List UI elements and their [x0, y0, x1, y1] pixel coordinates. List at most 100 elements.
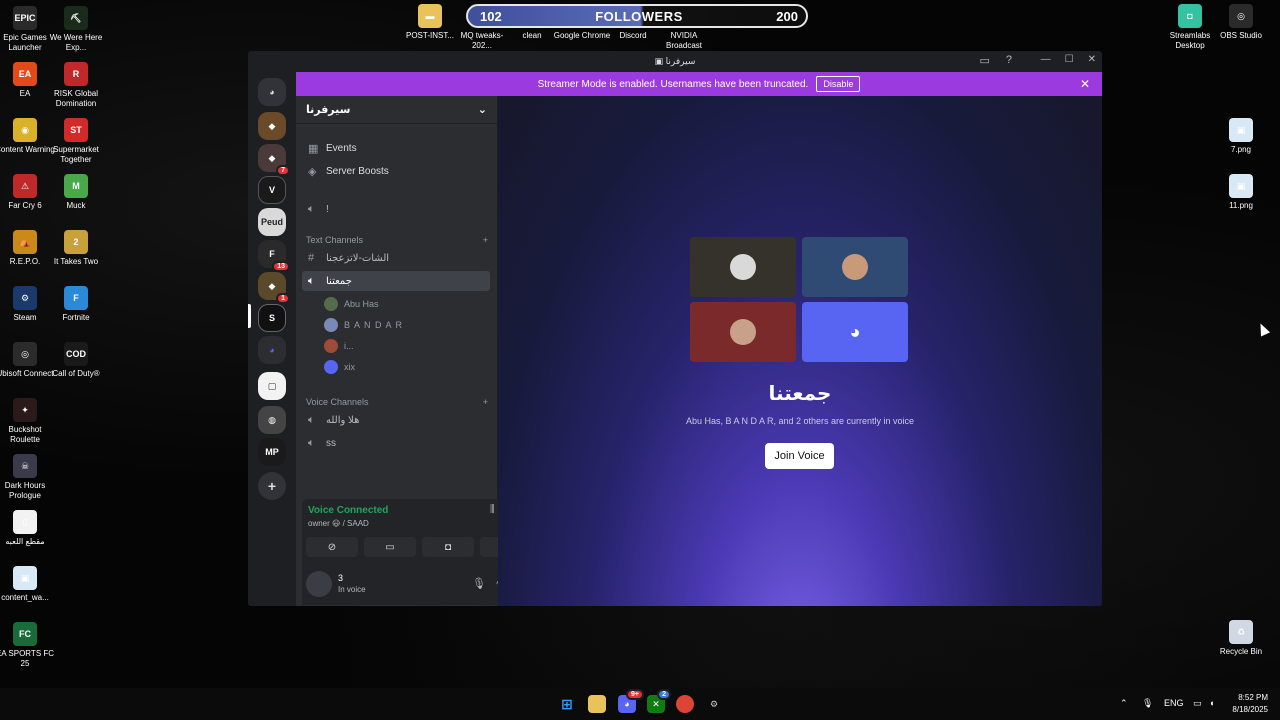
chevron-up-icon[interactable]: ⌃: [1120, 698, 1128, 709]
microphone-tray-icon[interactable]: 🎙︎: [1142, 698, 1153, 709]
server-icon[interactable]: Peud: [258, 208, 286, 236]
ea-fc-icon: FC: [13, 622, 37, 646]
channel-label: ss: [326, 437, 336, 449]
shortcut-label: Dark Hours Prologue: [4, 481, 46, 500]
desktop-shortcut[interactable]: 2 It Takes Two: [46, 230, 106, 267]
network-icon[interactable]: ▭: [1193, 698, 1202, 709]
member-name: i...: [344, 341, 354, 351]
voice-connected-subtitle: owner 😃 / SAAD: [308, 519, 369, 528]
desktop-shortcut[interactable]: ▯ مقطع اللعبه: [0, 510, 55, 547]
events-item[interactable]: ▦ Events: [302, 138, 490, 158]
voice-channel-active[interactable]: 🔈︎ جمعتنا: [302, 271, 490, 291]
start-windows-icon[interactable]: ⊞: [558, 695, 576, 713]
text-channel[interactable]: # الشات-لاتزعجنا: [302, 248, 490, 268]
screen-share-button[interactable]: ▭: [364, 537, 416, 557]
voice-channels-category[interactable]: Voice Channels +: [306, 397, 488, 407]
clock[interactable]: 8:52 PM 8/18/2025: [1232, 692, 1268, 716]
server-icon[interactable]: ◆ 1: [258, 272, 290, 304]
voice-channel-top[interactable]: 🔈︎!: [302, 199, 490, 219]
help-icon[interactable]: ?: [1006, 54, 1012, 67]
server-boosts-item[interactable]: ◈ Server Boosts: [302, 161, 490, 181]
shortcut-label: Buckshot Roulette: [8, 425, 42, 444]
close-banner-icon[interactable]: ✕: [1080, 77, 1090, 91]
inbox-icon[interactable]: ▭: [979, 54, 989, 67]
obs-icon: ◎: [1229, 4, 1253, 28]
desktop-shortcut[interactable]: ▣ content_wa...: [0, 566, 55, 603]
camera-button[interactable]: ⊘: [306, 537, 358, 557]
server-icon[interactable]: ◆ 7: [258, 144, 290, 176]
desktop-shortcut[interactable]: COD Call of Duty®: [46, 342, 106, 379]
file-explorer-icon[interactable]: [588, 695, 606, 713]
add-channel-icon[interactable]: +: [483, 235, 488, 245]
language-indicator[interactable]: ENG: [1164, 698, 1184, 708]
shortcut-label: POST-INST...: [405, 31, 454, 40]
minimize-button[interactable]: —: [1041, 54, 1051, 65]
disable-streamer-button[interactable]: Disable: [816, 76, 861, 92]
followers-goal-widget: 102 FOLLOWERS 200: [466, 4, 808, 28]
active-server-pill: [248, 304, 251, 328]
server-icon-active[interactable]: S: [258, 304, 286, 332]
desktop-shortcut[interactable]: F Fortnite: [46, 286, 106, 323]
voice-channel[interactable]: 🔈︎ ss: [302, 433, 490, 453]
epic-games-icon: EPIC: [13, 6, 37, 30]
xbox-icon[interactable]: ✕ 2: [647, 689, 671, 713]
server-icon[interactable]: MP: [258, 438, 286, 466]
discord-badge: 9+: [626, 689, 644, 700]
recycle-bin-icon: ♻: [1229, 620, 1253, 644]
user-status: In voice: [338, 585, 366, 594]
participant-tile: [690, 302, 796, 362]
desktop-shortcut[interactable]: ST Supermarket Together: [46, 118, 106, 165]
home-discord-icon[interactable]: ◕: [258, 78, 286, 106]
join-voice-button[interactable]: Join Voice: [765, 443, 834, 469]
desktop-shortcut[interactable]: ☠ Dark Hours Prologue: [0, 454, 55, 501]
desktop-shortcut[interactable]: ▣ 11.png: [1211, 174, 1271, 211]
desktop-shortcut[interactable]: M Muck: [46, 174, 106, 211]
noise-suppression-icon[interactable]: ⫼: [490, 504, 495, 515]
steam-taskbar-icon[interactable]: ⚙: [705, 695, 723, 713]
participant-tile: [690, 237, 796, 297]
server-icon[interactable]: ◕: [258, 336, 286, 364]
voice-member[interactable]: xix: [324, 358, 355, 376]
it-takes-two-icon: 2: [64, 230, 88, 254]
we-were-here-icon: ⛏: [64, 6, 88, 30]
microphone-icon[interactable]: 🎙︎: [472, 577, 486, 590]
voice-member[interactable]: Abu Has: [324, 295, 379, 313]
close-window-button[interactable]: ✕: [1088, 54, 1096, 65]
desktop-shortcut[interactable]: ▬ POST-INST...: [400, 4, 460, 41]
member-name: Abu Has: [344, 299, 379, 309]
volume-icon[interactable]: ◖: [1209, 698, 1214, 708]
repo-icon: ⛺: [13, 230, 37, 254]
xbox-badge: 2: [657, 689, 671, 700]
streamlabs-icon: ◘: [1178, 4, 1202, 28]
add-channel-icon[interactable]: +: [483, 397, 488, 407]
server-icon[interactable]: ◆: [258, 112, 286, 140]
desktop-shortcut[interactable]: ✦ Buckshot Roulette: [0, 398, 55, 445]
chevron-down-icon: ⌄: [477, 104, 487, 116]
shortcut-label: We Were Here Exp...: [49, 33, 103, 52]
chrome-icon[interactable]: [676, 695, 694, 713]
channel-label: جمعتنا: [326, 275, 352, 287]
add-server-icon[interactable]: +: [258, 472, 286, 500]
server-icon[interactable]: ◍: [258, 406, 286, 434]
activity-button[interactable]: ◘: [422, 537, 474, 557]
desktop-shortcut[interactable]: FC EA SPORTS FC 25: [0, 622, 55, 669]
server-icon[interactable]: F 13: [258, 240, 290, 272]
maximize-button[interactable]: ☐: [1065, 54, 1074, 65]
avatar[interactable]: [306, 571, 332, 597]
desktop-shortcut[interactable]: ◎ OBS Studio: [1211, 4, 1271, 41]
desktop-shortcut[interactable]: ♻ Recycle Bin: [1211, 620, 1271, 657]
desktop-shortcut[interactable]: ⛏ We Were Here Exp...: [46, 6, 106, 53]
risk-icon: R: [64, 62, 88, 86]
shortcut-label: Fortnite: [62, 313, 90, 322]
voice-channel[interactable]: 🔈︎ هلا والله: [302, 410, 490, 430]
server-icon[interactable]: V: [258, 176, 286, 204]
voice-member[interactable]: B A N D A R: [324, 316, 403, 334]
followers-label: FOLLOWERS: [595, 8, 683, 24]
taskbar-discord-icon[interactable]: ◕ 9+: [618, 689, 644, 713]
server-icon[interactable]: ▢: [258, 372, 286, 400]
text-channels-category[interactable]: Text Channels +: [306, 235, 488, 245]
server-header[interactable]: سيرفرنا ⌄: [296, 96, 497, 124]
desktop-shortcut[interactable]: R RISK Global Domination: [46, 62, 106, 109]
desktop-shortcut[interactable]: ▣ 7.png: [1211, 118, 1271, 155]
voice-member[interactable]: i...: [324, 337, 354, 355]
